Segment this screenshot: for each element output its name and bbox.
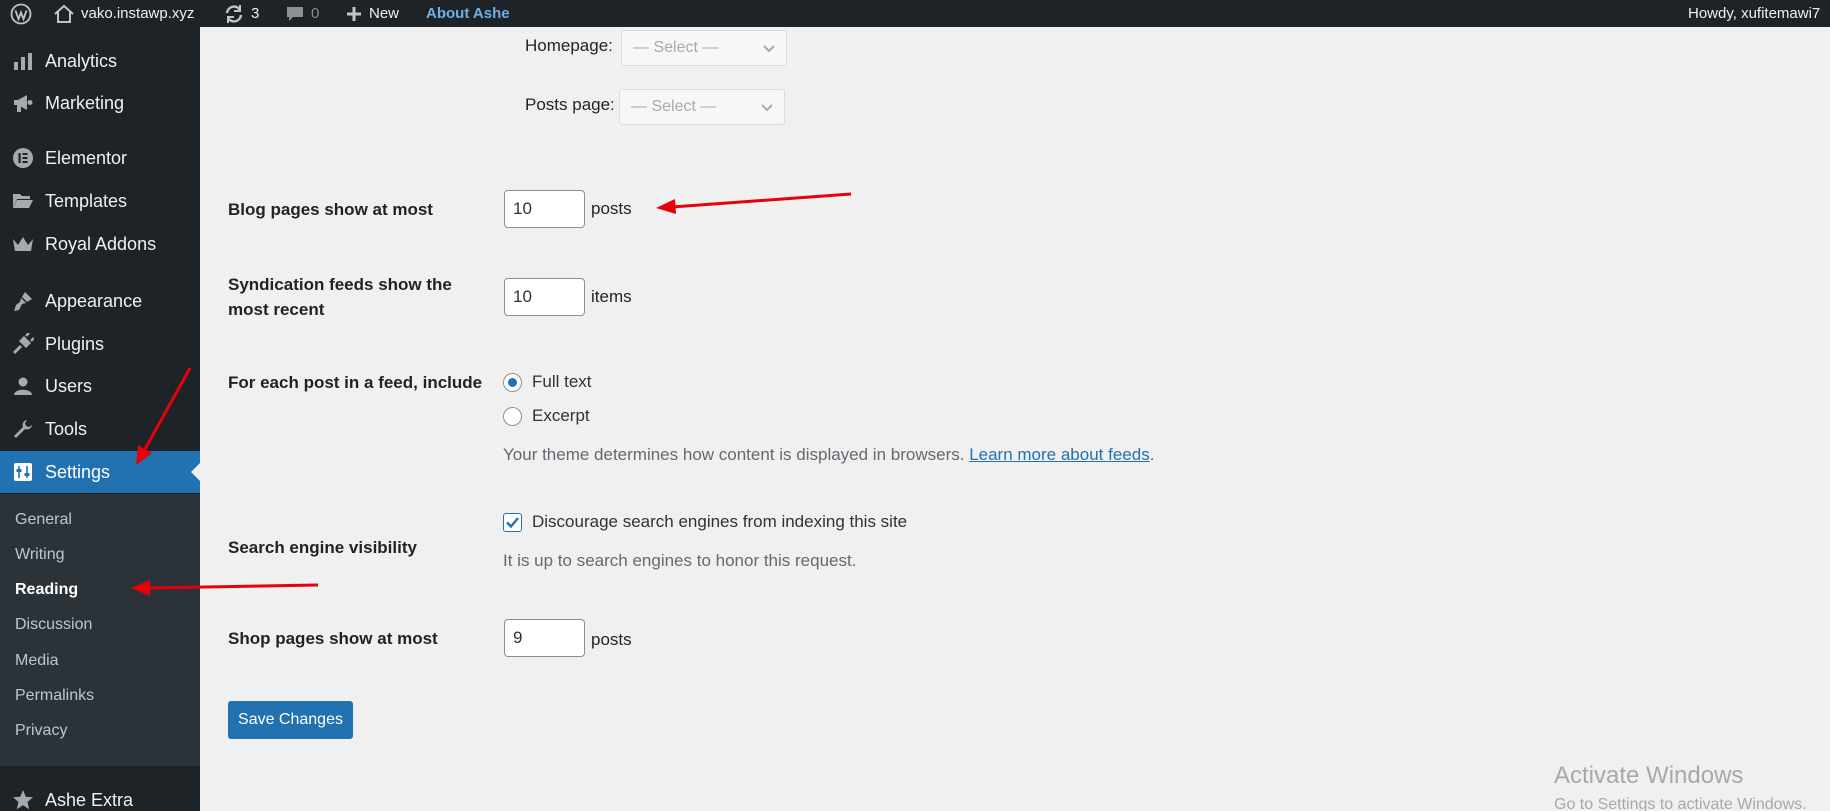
sidebar-item-tools[interactable]: Tools — [0, 409, 200, 449]
sidebar-item-label: Tools — [45, 418, 88, 439]
syndication-input[interactable] — [504, 278, 585, 316]
wordpress-logo-button[interactable] — [10, 0, 32, 27]
homepage-select-value: — Select — — [633, 39, 719, 56]
howdy-user: Howdy, xufitemawi7 — [1688, 5, 1821, 22]
folder-icon — [11, 189, 35, 213]
sidebar-item-royal-addons[interactable]: Royal Addons — [0, 224, 200, 264]
sidebar-item-templates[interactable]: Templates — [0, 181, 200, 221]
sidebar-item-label: Marketing — [45, 92, 125, 113]
submenu-item-permalinks[interactable]: Permalinks — [15, 687, 94, 705]
blog-pages-label: Blog pages show at most — [228, 200, 433, 219]
sidebar-item-label: Analytics — [45, 50, 118, 71]
comments-link[interactable]: 0 — [285, 0, 319, 27]
posts-page-select[interactable]: — Select — — [619, 89, 785, 125]
admin-sidebar: Analytics Marketing Elementor Templates … — [0, 27, 200, 811]
submenu-item-writing[interactable]: Writing — [15, 546, 65, 564]
wrench-icon — [11, 417, 35, 441]
activate-windows-subtitle: Go to Settings to activate Windows. — [1554, 796, 1807, 811]
megaphone-icon — [11, 91, 35, 115]
reading-settings-form: Homepage: — Select — Posts page: — Selec… — [200, 27, 1830, 811]
sidebar-item-marketing[interactable]: Marketing — [0, 83, 200, 123]
comments-count: 0 — [311, 5, 320, 22]
sidebar-item-label: Settings — [45, 461, 111, 482]
syndication-suffix: items — [591, 287, 632, 306]
feed-include-label: For each post in a feed, include — [228, 373, 483, 392]
elementor-icon — [11, 146, 35, 170]
refresh-icon — [225, 4, 243, 23]
about-ashe-label: About Ashe — [426, 5, 510, 22]
sidebar-item-plugins[interactable]: Plugins — [0, 324, 200, 364]
sidebar-item-settings[interactable]: Settings — [0, 451, 200, 493]
blog-pages-suffix: posts — [591, 199, 632, 218]
discourage-search-checkbox[interactable] — [503, 513, 522, 532]
updates-link[interactable]: 3 — [223, 0, 259, 27]
about-ashe-link[interactable]: About Ashe — [426, 0, 510, 27]
sidebar-item-label: Ashe Extra — [45, 789, 134, 810]
sidebar-item-label: Users — [45, 375, 93, 396]
site-name-link[interactable]: vako.instawp.xyz — [53, 0, 194, 27]
sidebar-item-elementor[interactable]: Elementor — [0, 138, 200, 178]
plug-icon — [11, 332, 35, 356]
full-text-label[interactable]: Full text — [532, 372, 592, 392]
submenu-item-general[interactable]: General — [15, 511, 72, 529]
excerpt-radio[interactable] — [503, 407, 522, 426]
feed-description-period: . — [1149, 445, 1155, 464]
syndication-label-line1: Syndication feeds show the — [228, 275, 452, 294]
submenu-item-media[interactable]: Media — [15, 652, 59, 670]
learn-more-feeds-link[interactable]: Learn more about feeds — [969, 445, 1150, 464]
blog-pages-input[interactable] — [504, 190, 585, 228]
save-changes-button[interactable]: Save Changes — [228, 701, 353, 739]
discourage-search-label[interactable]: Discourage search engines from indexing … — [532, 512, 907, 532]
shop-pages-suffix: posts — [591, 630, 632, 649]
settings-submenu: General Writing Reading Discussion Media… — [0, 494, 200, 766]
new-content-link[interactable]: New — [345, 0, 399, 27]
sidebar-item-label: Royal Addons — [45, 233, 157, 254]
paintbrush-icon — [11, 289, 35, 313]
homepage-select[interactable]: — Select — — [621, 30, 787, 66]
sidebar-item-ashe-extra[interactable]: Ashe Extra — [0, 780, 200, 811]
chevron-down-icon — [763, 45, 775, 53]
feed-description-text: Your theme determines how content is dis… — [503, 445, 965, 464]
syndication-label: Syndication feeds show the most recent — [228, 272, 452, 322]
site-name: vako.instawp.xyz — [81, 5, 195, 22]
bar-chart-icon — [11, 49, 35, 73]
sidebar-item-label: Templates — [45, 190, 128, 211]
posts-page-label: Posts page: — [525, 95, 615, 114]
search-visibility-label: Search engine visibility — [228, 538, 417, 557]
user-icon — [11, 374, 35, 398]
settings-sliders-icon — [11, 460, 35, 484]
sidebar-item-label: Appearance — [45, 290, 143, 311]
feed-description: Your theme determines how content is dis… — [503, 445, 1154, 465]
activate-windows-watermark: Activate Windows — [1554, 762, 1744, 789]
sidebar-item-label: Plugins — [45, 333, 105, 354]
shop-pages-label: Shop pages show at most — [228, 629, 438, 648]
excerpt-label[interactable]: Excerpt — [532, 406, 590, 426]
sidebar-item-appearance[interactable]: Appearance — [0, 281, 200, 321]
full-text-radio[interactable] — [503, 373, 522, 392]
crown-icon — [11, 232, 35, 256]
submenu-item-reading[interactable]: Reading — [15, 581, 78, 599]
sidebar-item-analytics[interactable]: Analytics — [0, 41, 200, 81]
posts-page-select-value: — Select — — [631, 98, 717, 115]
search-visibility-description: It is up to search engines to honor this… — [503, 551, 857, 570]
submenu-item-discussion[interactable]: Discussion — [15, 616, 92, 634]
chevron-down-icon — [761, 104, 773, 112]
homepage-label: Homepage: — [525, 36, 613, 55]
new-label: New — [369, 5, 400, 22]
sidebar-item-label: Elementor — [45, 147, 128, 168]
shop-pages-input[interactable] — [504, 619, 585, 657]
account-menu[interactable]: Howdy, xufitemawi7 — [1688, 0, 1820, 27]
star-icon — [11, 788, 35, 811]
syndication-label-line2: most recent — [228, 300, 325, 319]
sidebar-item-users[interactable]: Users — [0, 366, 200, 406]
wordpress-icon — [10, 3, 32, 24]
updates-count: 3 — [251, 5, 260, 22]
checkmark-icon — [506, 517, 519, 529]
comment-icon — [287, 6, 303, 21]
submenu-item-privacy[interactable]: Privacy — [15, 722, 67, 740]
home-icon — [54, 4, 74, 23]
plus-icon — [347, 6, 361, 21]
admin-bar: vako.instawp.xyz 3 0 New About Ashe Howd… — [0, 0, 1830, 27]
